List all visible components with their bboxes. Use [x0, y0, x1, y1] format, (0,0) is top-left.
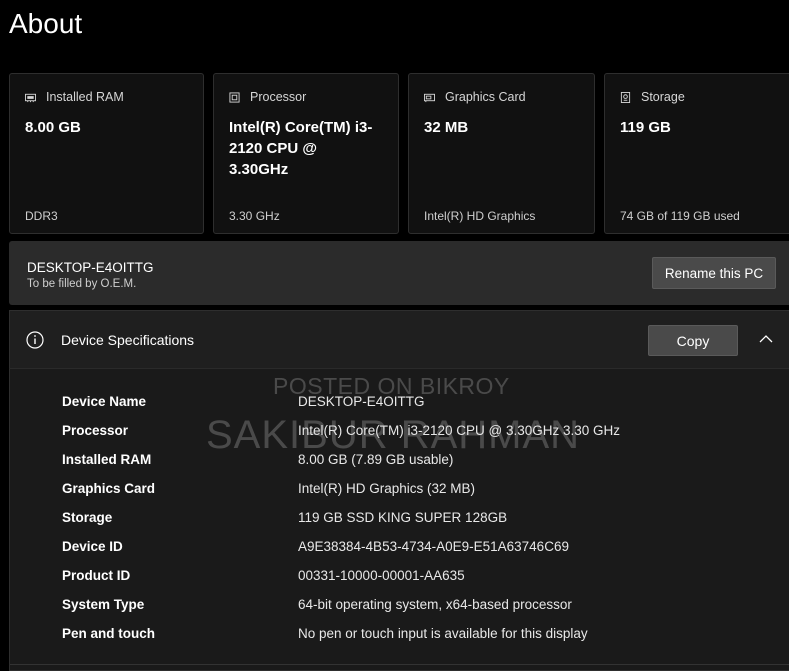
- spec-label: Graphics Card: [62, 480, 156, 496]
- copy-button[interactable]: Copy: [648, 325, 738, 356]
- spec-label: Storage: [62, 509, 113, 525]
- device-specifications-title: Device Specifications: [61, 332, 195, 348]
- spec-label: Product ID: [62, 567, 131, 583]
- card-label: Processor: [250, 90, 307, 104]
- device-specifications-header[interactable]: Device Specifications Copy: [9, 310, 789, 368]
- graphics-card-icon: [424, 92, 435, 103]
- card-value: Intel(R) Core(TM) i3-2120 CPU @ 3.30GHz: [229, 119, 373, 178]
- spec-row-installed-ram: Installed RAM 8.00 GB (7.89 GB usable): [62, 449, 453, 469]
- card-label: Graphics Card: [445, 90, 526, 104]
- spec-value: 00331-10000-00001-AA635: [298, 567, 465, 583]
- storage-icon: [620, 91, 631, 103]
- divider: [10, 664, 789, 665]
- spec-value: Intel(R) HD Graphics (32 MB): [298, 480, 476, 496]
- memory-icon: [25, 92, 36, 103]
- spec-value: Intel(R) Core(TM) i3-2120 CPU @ 3.30GHz …: [298, 422, 621, 438]
- spec-value: A9E38384-4B53-4734-A0E9-E51A63746C69: [298, 538, 569, 554]
- chevron-up-icon[interactable]: [758, 331, 774, 347]
- about-page: About Installed RAM 8.00 GB DDR3 Process…: [0, 0, 789, 671]
- rename-pc-button[interactable]: Rename this PC: [652, 257, 776, 289]
- spec-row-processor: Processor Intel(R) Core(TM) i3-2120 CPU …: [62, 420, 620, 440]
- pc-name: DESKTOP-E4OITTG: [27, 260, 154, 275]
- summary-cards: Installed RAM 8.00 GB DDR3 Processor Int…: [9, 73, 789, 234]
- card-graphics-card: Graphics Card 32 MB Intel(R) HD Graphics: [408, 73, 595, 234]
- card-footer: DDR3: [25, 209, 58, 223]
- spec-row-device-id: Device ID A9E38384-4B53-4734-A0E9-E51A63…: [62, 536, 569, 556]
- card-processor: Processor Intel(R) Core(TM) i3-2120 CPU …: [213, 73, 399, 234]
- card-label: Installed RAM: [46, 90, 124, 104]
- card-installed-ram: Installed RAM 8.00 GB DDR3: [9, 73, 204, 234]
- spec-label: System Type: [62, 596, 145, 612]
- spec-label: Pen and touch: [62, 625, 156, 641]
- card-footer: 74 GB of 119 GB used: [620, 209, 740, 223]
- spec-value: 119 GB SSD KING SUPER 128GB: [298, 509, 508, 525]
- card-storage: Storage 119 GB 74 GB of 119 GB used: [604, 73, 789, 234]
- pc-subtitle: To be filled by O.E.M.: [27, 278, 137, 290]
- spec-row-storage: Storage 119 GB SSD KING SUPER 128GB: [62, 507, 507, 527]
- card-footer: Intel(R) HD Graphics: [424, 209, 536, 223]
- spec-label: Device Name: [62, 393, 147, 409]
- processor-icon: [229, 91, 240, 103]
- page-title: About: [9, 8, 83, 39]
- spec-row-system-type: System Type 64-bit operating system, x64…: [62, 594, 572, 614]
- spec-row-graphics-card: Graphics Card Intel(R) HD Graphics (32 M…: [62, 478, 475, 498]
- spec-row-pen-and-touch: Pen and touch No pen or touch input is a…: [62, 623, 588, 643]
- pc-name-bar: DESKTOP-E4OITTG To be filled by O.E.M. R…: [9, 241, 789, 305]
- spec-value: 8.00 GB (7.89 GB usable): [298, 451, 454, 467]
- device-specifications-body: Device Name DESKTOP-E4OITTG Processor In…: [9, 368, 789, 671]
- spec-value: 64-bit operating system, x64-based proce…: [298, 596, 572, 612]
- card-value: 119 GB: [620, 119, 671, 136]
- spec-label: Installed RAM: [62, 451, 152, 467]
- card-value: 8.00 GB: [25, 119, 81, 136]
- spec-label: Device ID: [62, 538, 123, 554]
- info-icon: [26, 331, 44, 349]
- spec-row-product-id: Product ID 00331-10000-00001-AA635: [62, 565, 465, 585]
- spec-row-device-name: Device Name DESKTOP-E4OITTG: [62, 391, 425, 411]
- spec-value: DESKTOP-E4OITTG: [298, 393, 425, 409]
- card-label: Storage: [641, 90, 685, 104]
- card-value: 32 MB: [424, 119, 469, 136]
- spec-value: No pen or touch input is available for t…: [298, 625, 588, 641]
- spec-label: Processor: [62, 422, 129, 438]
- card-footer: 3.30 GHz: [229, 209, 280, 223]
